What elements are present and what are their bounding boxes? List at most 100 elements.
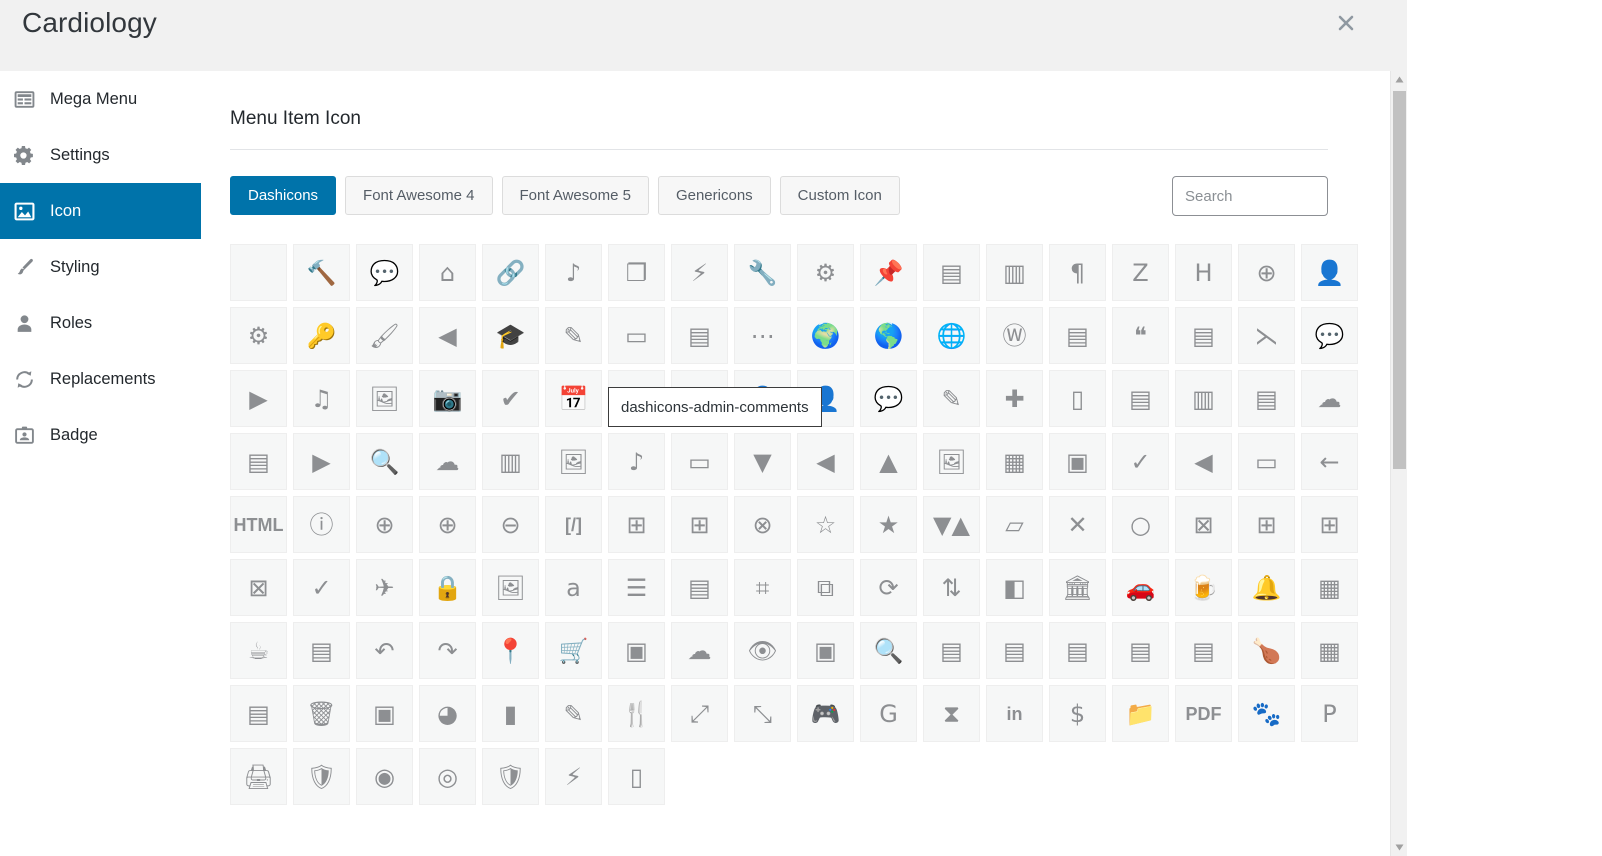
scroll-up-arrow-icon[interactable] — [1391, 71, 1408, 88]
dashicons-cloud[interactable]: ☁ — [671, 622, 728, 679]
dashicons-align-right[interactable]: ▥ — [986, 244, 1043, 301]
dashicons-beer[interactable]: 🍺 — [1175, 559, 1232, 616]
dashicons-table-row-delete[interactable]: ⊠ — [230, 559, 287, 616]
dashicons-admin-home[interactable]: ⌂ — [419, 244, 476, 301]
dashicons-star-filled[interactable]: ★ — [860, 496, 917, 553]
dashicons-database-remove[interactable]: ▤ — [1049, 622, 1106, 679]
dashicons-insert[interactable]: ⊕ — [356, 496, 413, 553]
dashicons-money[interactable]: ▣ — [797, 622, 854, 679]
dashicons-visibility[interactable]: 👁 — [734, 622, 791, 679]
dashicons-editor-kitchensink[interactable]: Z — [1112, 244, 1169, 301]
dashicons-format-aside[interactable]: ▤ — [1175, 307, 1232, 364]
dashicons-admin-collapse[interactable]: ◀ — [419, 307, 476, 364]
tab-font-awesome-5[interactable]: Font Awesome 5 — [501, 176, 649, 215]
dashicons-image-flip-vertical[interactable]: ⇅ — [923, 559, 980, 616]
dashicons-columns[interactable]: ▥ — [482, 433, 539, 490]
dashicons-controls-play[interactable]: ▶ — [293, 433, 350, 490]
dashicons-index-card[interactable]: ▤ — [230, 685, 287, 742]
dashicons-testimonial[interactable]: 💬 — [860, 370, 917, 427]
dashicons-menu[interactable]: 🔨 — [293, 244, 350, 301]
dashicons-site[interactable]: 🌍 — [797, 307, 854, 364]
dashicons-info-outline[interactable]: ⓘ — [293, 496, 350, 553]
dashicons-ellipsis[interactable]: ⋯ — [734, 307, 791, 364]
dashicons-dismiss[interactable]: ⊗ — [734, 496, 791, 553]
dashicons-twitch[interactable]: ▯ — [608, 748, 665, 805]
dashicons-table-col-before[interactable]: ⊞ — [671, 496, 728, 553]
dashicons-media-default[interactable]: ▯ — [1049, 370, 1106, 427]
dashicons-site-alt[interactable]: 🌎 — [860, 307, 917, 364]
dashicons-admin-plugins[interactable]: ⚡ — [671, 244, 728, 301]
scrollbar-thumb[interactable] — [1393, 91, 1406, 469]
sidebar-item-settings[interactable]: Settings — [0, 127, 201, 183]
dashicons-cover-image[interactable]: 🖼 — [545, 433, 602, 490]
dashicons-cart[interactable]: 🛒 — [545, 622, 602, 679]
tab-custom-icon[interactable]: Custom Icon — [779, 176, 900, 215]
dashicons-networking[interactable]: ⋋ — [1238, 307, 1295, 364]
dashicons-admin-post[interactable]: 📌 — [860, 244, 917, 301]
menu-blank[interactable] — [230, 244, 287, 301]
dashicons-welcome-write-blog[interactable]: ✎ — [545, 307, 602, 364]
dashicons-lock[interactable]: 🔒 — [419, 559, 476, 616]
dashicons-table-col-after[interactable]: ⊞ — [608, 496, 665, 553]
dashicons-superhero[interactable]: 🛡 — [482, 748, 539, 805]
dashicons-image-flip-horizontal[interactable]: ⧉ — [797, 559, 854, 616]
dashicons-camera[interactable]: 📷 — [419, 370, 476, 427]
dashicons-admin-settings[interactable]: ⚙ — [797, 244, 854, 301]
tab-font-awesome-4[interactable]: Font Awesome 4 — [345, 176, 493, 215]
dashicons-yes[interactable]: ✓ — [293, 559, 350, 616]
dashicons-food[interactable]: 🍴 — [608, 685, 665, 742]
dashicons-table-row-after[interactable]: ⊞ — [1238, 496, 1295, 553]
dashicons-car[interactable]: 🚗 — [1112, 559, 1169, 616]
dashicons-align-center[interactable]: ▤ — [1112, 370, 1169, 427]
dashicons-amazon[interactable]: a — [545, 559, 602, 616]
dashicons-format-quote[interactable]: ❝ — [1112, 307, 1169, 364]
dashicons-id-alt[interactable]: ▣ — [356, 685, 413, 742]
dashicons-bank[interactable]: ▦ — [986, 433, 1043, 490]
dashicons-fullscreen-exit-alt[interactable]: ⤡ — [734, 685, 791, 742]
dashicons-pinterest[interactable]: P — [1301, 685, 1358, 742]
dashicons-align-wide[interactable]: ▤ — [230, 433, 287, 490]
dashicons-cloud-upload[interactable]: ☁ — [419, 433, 476, 490]
dashicons-html[interactable]: HTML — [230, 496, 287, 553]
dashicons-open-folder[interactable]: 📁 — [1112, 685, 1169, 742]
sidebar-item-icon[interactable]: Icon — [0, 183, 201, 239]
dashicons-marker[interactable]: ○ — [1112, 496, 1169, 553]
dashicons-embed-generic[interactable]: ▭ — [671, 433, 728, 490]
tab-genericons[interactable]: Genericons — [657, 176, 771, 215]
dashicons-admin-appearance[interactable]: 🖌 — [356, 307, 413, 364]
scroll-down-arrow-icon[interactable] — [1391, 839, 1408, 856]
dashicons-database-add[interactable]: ▤ — [293, 622, 350, 679]
dashicons-exit[interactable]: ← — [1301, 433, 1358, 490]
dashicons-format-image[interactable]: 🖼 — [356, 370, 413, 427]
dashicons-bank-alt[interactable]: 🏛 — [1049, 559, 1106, 616]
dashicons-hourglass[interactable]: ⧗ — [923, 685, 980, 742]
dashicons-admin-page[interactable]: ❐ — [608, 244, 665, 301]
dashicons-admin-users[interactable]: 👤 — [1301, 244, 1358, 301]
dashicons-privacy[interactable]: 🛡 — [293, 748, 350, 805]
dashicons-trash[interactable]: 🗑 — [293, 685, 350, 742]
dashicons-align-full-width[interactable]: 🖼 — [482, 559, 539, 616]
dashicons-button[interactable]: ▭ — [608, 307, 665, 364]
dashicons-money-alt[interactable]: $ — [1049, 685, 1106, 742]
dashicons-sort[interactable]: ▼▲ — [923, 496, 980, 553]
dashicons-wordpress[interactable]: Ⓦ — [986, 307, 1043, 364]
dashicons-pdf[interactable]: PDF — [1175, 685, 1232, 742]
dashicons-admin-network[interactable]: 🔑 — [293, 307, 350, 364]
dashicons-welcome-learn-more[interactable]: 🎓 — [482, 307, 539, 364]
dashicons-align-left[interactable]: ▤ — [923, 244, 980, 301]
sidebar-item-roles[interactable]: Roles — [0, 295, 201, 351]
sidebar-item-mega-menu[interactable]: Mega Menu — [0, 71, 201, 127]
dashicons-arrow-up[interactable]: ▲ — [860, 433, 917, 490]
dashicons-search[interactable]: 🔍 — [356, 433, 413, 490]
dashicons-no[interactable]: ✕ — [1049, 496, 1106, 553]
dashicons-search-2[interactable]: 🔍 — [860, 622, 917, 679]
dashicons-chart-bar[interactable]: ▮ — [482, 685, 539, 742]
dashicons-format-video[interactable]: ▶ — [230, 370, 287, 427]
dashicons-pets[interactable]: 🐾 — [1238, 685, 1295, 742]
dashicons-calculator[interactable]: ▦ — [1301, 559, 1358, 616]
dashicons-drumstick[interactable]: 🍗 — [1238, 622, 1295, 679]
dashicons-format-audio[interactable]: ♫ — [293, 370, 350, 427]
dashicons-database-view[interactable]: ▤ — [1112, 622, 1169, 679]
dashicons-table-col-delete[interactable]: ⊠ — [1175, 496, 1232, 553]
dashicons-format-chat[interactable]: 💬 — [1301, 307, 1358, 364]
